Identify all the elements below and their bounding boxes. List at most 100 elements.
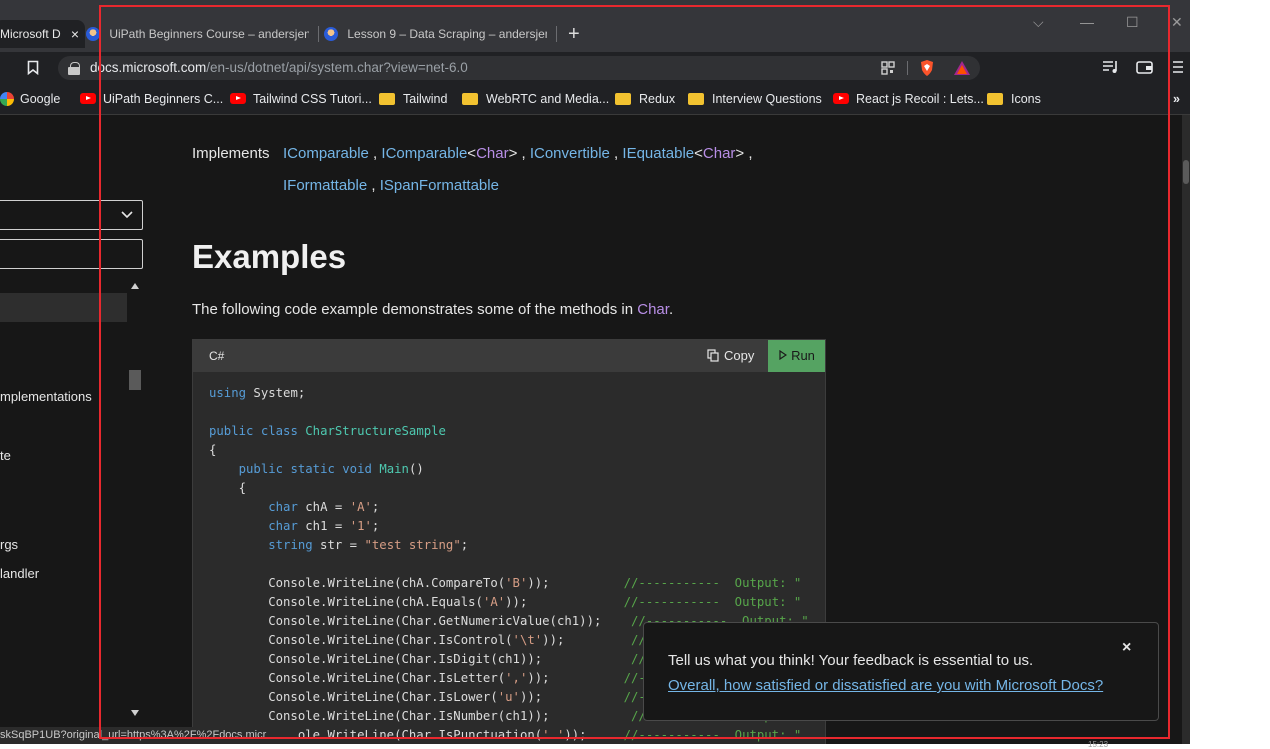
folder-icon: [379, 92, 395, 105]
copy-button[interactable]: Copy: [707, 340, 754, 372]
feedback-survey-link[interactable]: Overall, how satisfied or dissatisfied a…: [668, 677, 1103, 694]
address-bar-row: docs.microsoft.com/en-us/dotnet/api/syst…: [0, 52, 1190, 84]
tab-lesson-9[interactable]: Lesson 9 – Data Scraping – andersjens: [324, 20, 552, 48]
menu-icon[interactable]: [1172, 60, 1184, 74]
browser-window: Microsoft D × UiPath Beginners Course – …: [0, 0, 1190, 744]
page-content: mplementations te rgs landler Implements…: [0, 115, 1182, 744]
icomparable-link[interactable]: IComparable: [283, 145, 369, 162]
feedback-text: Tell us what you think! Your feedback is…: [668, 652, 1034, 669]
copy-icon: [707, 348, 719, 362]
page-scrollbar[interactable]: [1182, 115, 1190, 744]
bookmark-webrtc[interactable]: WebRTC and Media...: [462, 84, 609, 114]
toc-item[interactable]: landler: [0, 566, 39, 581]
toc-item[interactable]: mplementations: [0, 389, 92, 404]
divider: [907, 61, 908, 75]
tab-label: UiPath Beginners Course – andersjens: [109, 27, 310, 41]
run-label: Run: [791, 348, 815, 363]
tab-separator: [556, 26, 557, 42]
copy-label: Copy: [724, 348, 755, 363]
taskbar-clock: 15:23: [1088, 740, 1109, 749]
youtube-icon: [833, 93, 849, 105]
implements-label: Implements: [192, 145, 270, 162]
char-link[interactable]: Char: [637, 301, 669, 318]
bookmarks-overflow-button[interactable]: »: [1173, 84, 1180, 114]
ispanformattable-link[interactable]: ISpanFormattable: [380, 177, 499, 194]
brave-rewards-icon[interactable]: [953, 60, 971, 76]
page-scroll-thumb[interactable]: [1183, 160, 1189, 184]
bookmark-tailwind[interactable]: Tailwind: [379, 84, 447, 114]
url-bar[interactable]: docs.microsoft.com/en-us/dotnet/api/syst…: [58, 56, 980, 80]
implements-row: Implements IComparable , IComparable<Cha…: [192, 145, 753, 194]
minimize-button[interactable]: —: [1080, 14, 1094, 30]
feedback-popup: × Tell us what you think! Your feedback …: [643, 622, 1159, 721]
bookmark-icons[interactable]: Icons: [987, 84, 1041, 114]
toc-scrollbar[interactable]: [127, 280, 143, 722]
bookmark-tailwind-tutorial[interactable]: Tailwind CSS Tutori...: [230, 84, 372, 114]
scroll-up-icon[interactable]: [131, 283, 139, 289]
bookmark-label: Tailwind: [403, 92, 448, 106]
bookmark-label: UiPath Beginners C...: [103, 92, 224, 106]
scroll-down-icon[interactable]: [131, 710, 139, 716]
bookmark-label: React js Recoil : Lets...: [856, 92, 984, 106]
iconvertible-link[interactable]: IConvertible: [530, 145, 610, 162]
playlist-icon[interactable]: [1102, 60, 1119, 74]
bookmark-label: Redux: [639, 92, 676, 106]
icomparable-generic-link[interactable]: IComparable: [381, 145, 467, 162]
avatar-favicon-icon: [86, 26, 100, 41]
toc-filter-input[interactable]: [0, 239, 143, 269]
qr-icon[interactable]: [881, 61, 895, 75]
char-link[interactable]: Char: [476, 145, 509, 162]
toc-selected-item[interactable]: [0, 293, 127, 322]
tab-search-chevron-icon[interactable]: ⌵: [1033, 14, 1044, 31]
version-select[interactable]: [0, 200, 143, 230]
brave-shield-icon[interactable]: [919, 59, 935, 77]
example-description: The following code example demonstrates …: [192, 301, 673, 318]
status-bar-url: skSqBP1UB?original_url=https%3A%2F%2Fdoc…: [0, 727, 298, 744]
bookmark-recoil[interactable]: React js Recoil : Lets...: [833, 84, 984, 114]
avatar-favicon-icon: [324, 26, 338, 41]
bookmarks-bar: Google UiPath Beginners C... Tailwind CS…: [0, 84, 1190, 115]
examples-heading: Examples: [192, 238, 347, 275]
close-feedback-button[interactable]: ×: [1122, 639, 1131, 657]
tab-strip: Microsoft D × UiPath Beginners Course – …: [0, 0, 1190, 52]
bookmark-redux[interactable]: Redux: [615, 84, 675, 114]
bookmark-interview[interactable]: Interview Questions: [688, 84, 822, 114]
char-link[interactable]: Char: [703, 145, 736, 162]
lock-icon-body: [68, 67, 80, 75]
wallet-icon[interactable]: [1136, 60, 1153, 74]
iformattable-link[interactable]: IFormattable: [283, 177, 367, 194]
chevron-down-icon: [121, 211, 133, 219]
url-text[interactable]: docs.microsoft.com/en-us/dotnet/api/syst…: [90, 56, 468, 80]
maximize-button[interactable]: ☐: [1126, 14, 1139, 31]
bookmark-icon[interactable]: [27, 60, 39, 75]
play-icon: [779, 349, 788, 361]
tab-uipath-course[interactable]: UiPath Beginners Course – andersjens: [86, 20, 314, 48]
folder-icon: [987, 92, 1003, 105]
example-desc-text: The following code example demonstrates …: [192, 301, 638, 318]
folder-icon: [688, 92, 704, 105]
url-path: /en-us/dotnet/api/system.char?view=net-6…: [206, 60, 468, 75]
bookmark-label: Interview Questions: [712, 92, 822, 106]
run-button[interactable]: Run: [768, 340, 825, 372]
bookmark-uipath[interactable]: UiPath Beginners C...: [80, 84, 223, 114]
tab-microsoft-docs[interactable]: Microsoft D ×: [0, 20, 85, 48]
iequatable-link[interactable]: IEquatable: [622, 145, 694, 162]
bookmark-google[interactable]: Google: [0, 84, 60, 114]
tab-label: Microsoft D: [0, 27, 61, 41]
close-tab-icon[interactable]: ×: [71, 20, 79, 48]
new-tab-button[interactable]: +: [568, 21, 580, 47]
toc-item[interactable]: te: [0, 448, 11, 463]
scroll-thumb[interactable]: [129, 370, 141, 390]
youtube-icon: [230, 93, 246, 105]
bookmark-label: Icons: [1011, 92, 1041, 106]
code-header: C# Copy Run: [193, 340, 825, 372]
url-host: docs.microsoft.com: [90, 60, 207, 75]
close-window-button[interactable]: ✕: [1171, 14, 1183, 31]
bookmark-label: Google: [20, 92, 61, 106]
folder-icon: [615, 92, 631, 105]
code-language-label: C#: [209, 349, 225, 363]
tab-separator: [318, 26, 319, 42]
toc-item[interactable]: rgs: [0, 537, 18, 552]
youtube-icon: [80, 93, 96, 105]
tab-label: Lesson 9 – Data Scraping – andersjens: [347, 27, 548, 41]
